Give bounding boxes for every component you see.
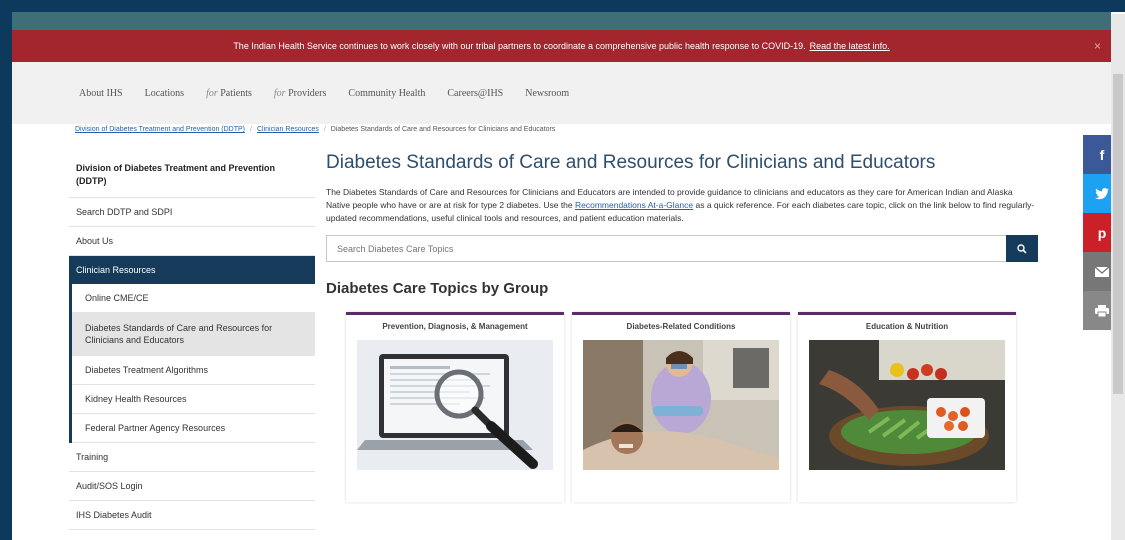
card-diabetes-conditions[interactable]: Diabetes-Related Conditions [572,312,790,502]
top-strip [12,12,1111,30]
nav-prefix: for [273,87,286,99]
laptop-magnifier-image [357,340,553,470]
topic-cards: Prevention, Diagnosis, & Management Diab… [346,312,1046,502]
nav-label: Providers [285,87,327,99]
sidebar-subitem-federal-partner[interactable]: Federal Partner Agency Resources [72,414,315,443]
sidebar-subitem-kidney-health[interactable]: Kidney Health Resources [72,385,315,414]
sidebar-subitem-treatment-algorithms[interactable]: Diabetes Treatment Algorithms [72,356,315,385]
nav-careers[interactable]: Careers@IHS [447,88,503,99]
covid-alert-banner: The Indian Health Service continues to w… [12,30,1111,62]
card-title: Education & Nutrition [865,322,949,331]
sidebar-item-diabetes-audit[interactable]: IHS Diabetes Audit [69,501,315,530]
close-icon[interactable]: × [1094,39,1101,53]
breadcrumb-clinician-resources[interactable]: Clinician Resources [257,126,319,133]
nav-prefix: for [206,87,218,99]
search-button[interactable] [1006,235,1038,262]
main-nav: About IHS Locations for Patients for Pro… [12,62,1111,124]
nav-newsroom[interactable]: Newsroom [525,88,569,99]
group-title: Diabetes Care Topics by Group [326,280,549,297]
breadcrumb-separator: / [250,126,252,133]
sidebar-subitem-standards-of-care[interactable]: Diabetes Standards of Care and Resources… [72,313,315,356]
scrollbar-thumb[interactable] [1113,74,1123,394]
page-title: Diabetes Standards of Care and Resources… [326,152,936,173]
search-input[interactable] [327,236,1003,261]
nav-for-patients[interactable]: for Patients [206,88,252,99]
breadcrumb-separator: / [323,126,326,133]
intro-paragraph: The Diabetes Standards of Care and Resou… [326,186,1038,225]
main-content: Diabetes Standards of Care and Resources… [326,152,1046,502]
dental-exam-image [583,340,779,470]
sidebar-item-search-ddtp[interactable]: Search DDTP and SDPI [69,198,315,227]
nav-label: Patients [217,87,252,99]
alert-link[interactable]: Read the latest info. [810,41,890,51]
sidebar: Division of Diabetes Treatment and Preve… [69,152,315,530]
nav-for-providers[interactable]: for Providers [274,88,327,99]
sidebar-submenu: Online CME/CE Diabetes Standards of Care… [69,284,315,443]
browser-page: The Indian Health Service continues to w… [12,12,1125,540]
sidebar-subitem-online-cme[interactable]: Online CME/CE [72,284,315,313]
nav-community-health[interactable]: Community Health [348,88,425,99]
sidebar-item-about-us[interactable]: About Us [69,227,315,256]
nav-about-ihs[interactable]: About IHS [79,88,123,99]
topic-search [326,235,1038,262]
sidebar-item-clinician-resources[interactable]: Clinician Resources [69,256,315,284]
card-title: Diabetes-Related Conditions [626,322,736,331]
breadcrumb-ddtp[interactable]: Division of Diabetes Treatment and Preve… [75,126,245,133]
breadcrumb: Division of Diabetes Treatment and Preve… [75,126,555,133]
nav-locations[interactable]: Locations [145,88,184,99]
card-education-nutrition[interactable]: Education & Nutrition [798,312,1016,502]
scrollbar[interactable] [1111,14,1125,540]
search-icon [1017,243,1027,254]
alert-text: The Indian Health Service continues to w… [233,41,806,51]
sidebar-item-training[interactable]: Training [69,443,315,472]
vegetables-image [809,340,1005,470]
sidebar-item-audit-login[interactable]: Audit/SOS Login [69,472,315,501]
card-title: Prevention, Diagnosis, & Management [382,322,528,331]
recommendations-link[interactable]: Recommendations At-a-Glance [575,200,693,210]
breadcrumb-current: Diabetes Standards of Care and Resources… [330,126,556,133]
sidebar-heading[interactable]: Division of Diabetes Treatment and Preve… [69,152,315,198]
card-prevention[interactable]: Prevention, Diagnosis, & Management [346,312,564,502]
